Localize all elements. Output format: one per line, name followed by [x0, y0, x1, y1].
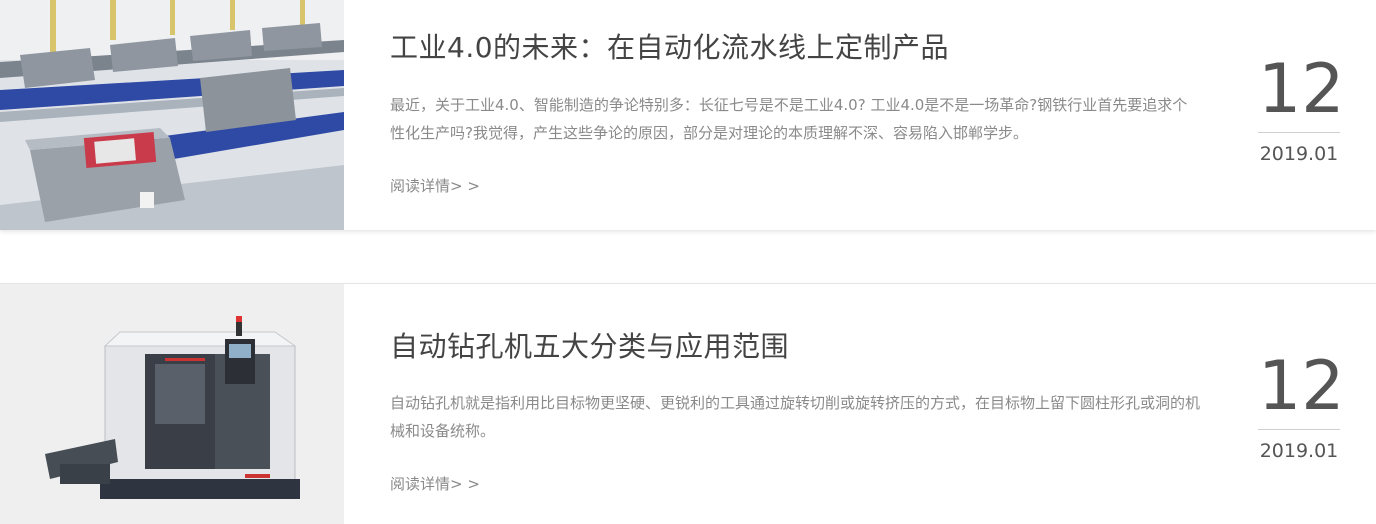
date-year-month: 2019.01	[1259, 440, 1339, 462]
date-year-month: 2019.01	[1259, 143, 1339, 165]
date-day: 12	[1258, 347, 1345, 426]
article-summary: 最近，关于工业4.0、智能制造的争论特别多：长征七号是不是工业4.0? 工业4.…	[390, 96, 1188, 142]
article-title[interactable]: 工业4.0的未来：在自动化流水线上定制产品	[390, 26, 949, 66]
article-date: 12 2019.01	[1258, 347, 1345, 462]
read-more-link[interactable]: 阅读详情> >	[390, 175, 480, 196]
cnc-drilling-machine-photo-icon	[0, 284, 344, 524]
article-thumbnail[interactable]	[0, 0, 344, 230]
date-divider	[1258, 429, 1340, 430]
read-more-link[interactable]: 阅读详情> >	[390, 473, 480, 494]
date-divider	[1258, 132, 1340, 133]
article-title[interactable]: 自动钻孔机五大分类与应用范围	[390, 325, 789, 365]
article-date: 12 2019.01	[1258, 50, 1345, 165]
date-day: 12	[1258, 50, 1345, 129]
article-summary: 自动钻孔机就是指利用比目标物更坚硬、更锐利的工具通过旋转切削或旋转挤压的方式，在…	[390, 394, 1201, 440]
article-thumbnail[interactable]	[0, 284, 344, 524]
conveyor-line-photo-icon	[0, 0, 344, 230]
article-card[interactable]: 工业4.0的未来：在自动化流水线上定制产品 最近，关于工业4.0、智能制造的争论…	[0, 0, 1376, 230]
